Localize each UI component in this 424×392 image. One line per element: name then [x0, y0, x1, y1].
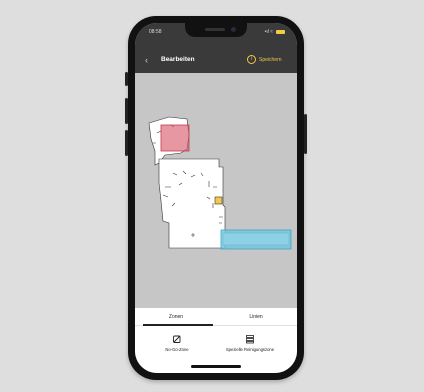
save-button[interactable]: Speichern	[259, 57, 282, 63]
phone-device: 08:58 •ıl ≈ ‹ Bearbeiten i Speichern Zon…	[125, 16, 307, 380]
front-camera	[231, 27, 236, 32]
map-area[interactable]	[135, 73, 297, 308]
active-tab-indicator	[143, 324, 213, 326]
add-no-go-zone-button[interactable]: No-Go-Zone	[149, 334, 205, 352]
special-cleaning-zone[interactable]	[220, 229, 292, 250]
power-button	[304, 114, 307, 154]
notch	[185, 23, 247, 37]
page-background: 08:58 •ıl ≈ ‹ Bearbeiten i Speichern Zon…	[0, 0, 424, 392]
header: ‹ Bearbeiten i Speichern	[135, 53, 297, 69]
dock-marker-icon	[214, 196, 223, 205]
special-cleaning-zone-label: Spezielle Reinigungszone	[225, 347, 275, 352]
no-go-zone-icon	[173, 335, 181, 343]
status-time: 08:58	[149, 29, 162, 35]
tab-zonen[interactable]: Zonen	[141, 314, 211, 320]
home-indicator	[191, 365, 241, 368]
volume-down-button	[125, 130, 128, 156]
volume-up-button	[125, 98, 128, 124]
floor-map[interactable]	[135, 73, 297, 308]
tab-linien[interactable]: Linien	[221, 314, 291, 320]
page-title: Bearbeiten	[161, 56, 195, 63]
help-circle-icon[interactable]: i	[247, 55, 256, 64]
speaker-grille	[205, 28, 225, 31]
no-go-zone-label: No-Go-Zone	[165, 347, 189, 352]
phone-screen: 08:58 •ıl ≈ ‹ Bearbeiten i Speichern Zon…	[135, 23, 297, 373]
battery-icon	[276, 30, 285, 34]
signal-wifi-icon: •ıl ≈	[264, 29, 273, 35]
cleaning-zone-icon	[246, 335, 254, 344]
status-icons: •ıl ≈	[265, 29, 285, 35]
mute-switch	[125, 72, 128, 86]
no-go-zone[interactable]	[160, 124, 190, 152]
add-special-cleaning-zone-button[interactable]: Spezielle Reinigungszone	[211, 334, 289, 352]
bottom-panel: Zonen Linien No-Go-Zone Spezielle Reinig…	[135, 308, 297, 373]
chevron-left-icon[interactable]: ‹	[145, 55, 148, 65]
